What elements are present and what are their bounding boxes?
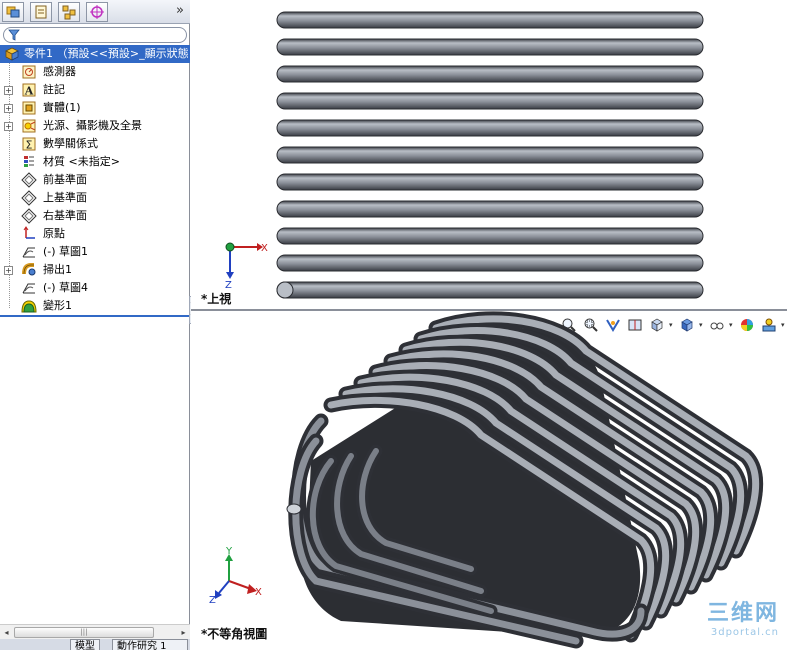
plane-icon <box>21 208 37 224</box>
expand-toggle[interactable]: + <box>4 122 13 131</box>
tree-root-label: 零件1 （預設<<預設>_顯示狀態 <box>24 47 189 60</box>
coil-isometric <box>286 311 764 649</box>
tree-item-label: (-) 草圖1 <box>43 245 89 258</box>
axis-x-label-iso: X <box>255 587 262 598</box>
manager-tab-bar: » <box>0 0 190 24</box>
property-manager-icon <box>35 5 47 19</box>
tree-item-label: 變形1 <box>43 299 72 312</box>
annotation-icon: A <box>22 83 36 98</box>
viewport-top[interactable]: X Z *上視 <box>191 0 787 309</box>
expand-toggle[interactable]: + <box>4 86 13 95</box>
solid-body-icon <box>22 101 36 115</box>
scroll-left-button[interactable]: ◂ <box>0 626 13 639</box>
watermark-title: 三维网 <box>706 601 779 626</box>
axis-x-label: X <box>261 243 268 254</box>
watermark-url: 3dportal.cn <box>710 627 779 638</box>
part-icon <box>5 47 19 61</box>
tree-item-label: 右基準面 <box>43 209 87 222</box>
scroll-thumb[interactable]: ||| <box>14 627 154 638</box>
expand-toggle[interactable]: + <box>4 266 13 275</box>
watermark: 三维网 3dportal.cn <box>707 595 779 638</box>
tree-item-sketch4[interactable]: (-) 草圖4 <box>0 279 190 297</box>
tree-item-label: 材質 <未指定> <box>43 155 120 168</box>
lights-icon <box>22 119 36 133</box>
tree-item-label: 原點 <box>43 227 65 240</box>
feature-manager-panel: » 零件1 （預設<<預設>_顯示狀態 感測器 + A 註記 + 實體(1) +… <box>0 0 190 650</box>
feature-manager-tab[interactable] <box>2 2 24 22</box>
tree-item-label: 掃出1 <box>43 263 72 276</box>
tree-item-label: 上基準面 <box>43 191 87 204</box>
sensor-icon <box>22 65 36 79</box>
isometric-view-name: *不等角視圖 <box>201 627 268 641</box>
tree-item-label: (-) 草圖4 <box>43 281 89 294</box>
equation-icon: Σ <box>22 137 36 152</box>
triad-top <box>225 242 263 279</box>
tab-motion-study[interactable]: 動作研究 1 <box>112 639 188 650</box>
panel-splitter[interactable] <box>0 315 190 317</box>
tree-item-top-plane[interactable]: 上基準面 <box>0 189 190 207</box>
bottom-tab-bar: 模型 動作研究 1 <box>0 639 190 650</box>
svg-text:A: A <box>24 85 34 98</box>
material-icon <box>24 156 34 167</box>
horizontal-scrollbar[interactable]: ◂ ||| ▸ <box>0 624 190 639</box>
tree-item-sweep1[interactable]: + 掃出1 <box>0 261 190 279</box>
tree-item-label: 前基準面 <box>43 173 87 186</box>
coil-top-view: X Z <box>225 11 704 299</box>
filter-icon <box>8 29 20 41</box>
tree-item-sketch1[interactable]: (-) 草圖1 <box>0 243 190 261</box>
dimxpert-manager-tab[interactable] <box>86 2 108 22</box>
configuration-manager-icon <box>62 5 76 20</box>
tree-item-label: 實體(1) <box>43 101 81 114</box>
tab-model[interactable]: 模型 <box>70 639 100 650</box>
tree-item-equations[interactable]: Σ 數學關係式 <box>0 135 190 153</box>
sweep-icon <box>22 263 36 276</box>
tree-item-origin[interactable]: 原點 <box>0 225 190 243</box>
tree-item-material[interactable]: 材質 <未指定> <box>0 153 190 171</box>
sketch-icon <box>22 283 35 294</box>
viewport-isometric[interactable]: ▾ ▾ ▾ ▾ Y X Z *不等角視圖 三维网 3dportal.cn <box>191 311 787 650</box>
top-view-name: *上視 <box>201 292 232 306</box>
tree-filter[interactable] <box>3 27 187 43</box>
svg-text:Σ: Σ <box>26 139 33 152</box>
scroll-right-button[interactable]: ▸ <box>177 626 190 639</box>
coil-turns <box>276 11 704 299</box>
deform-icon <box>21 300 37 313</box>
tree-item-label: 註記 <box>43 83 65 96</box>
dimxpert-icon <box>90 5 104 19</box>
tree-item-sensors[interactable]: 感測器 <box>0 63 190 81</box>
tree-item-front-plane[interactable]: 前基準面 <box>0 171 190 189</box>
feature-manager-icon <box>6 6 20 18</box>
triad-isometric <box>215 554 257 599</box>
tree-item-label: 數學關係式 <box>43 137 98 150</box>
coil-isometric-view: Y X Z <box>209 311 764 649</box>
property-manager-tab[interactable] <box>30 2 52 22</box>
tree-item-annotations[interactable]: + A 註記 <box>0 81 190 99</box>
tree-item-deform1[interactable]: 變形1 <box>0 297 190 315</box>
configuration-manager-tab[interactable] <box>58 2 80 22</box>
origin-icon <box>23 226 35 239</box>
plane-icon <box>21 172 37 188</box>
tree-item-lights-cameras[interactable]: + 光源、攝影機及全景 <box>0 117 190 135</box>
plane-icon <box>21 190 37 206</box>
tree-item-solid-bodies[interactable]: + 實體(1) <box>0 99 190 117</box>
expand-toggle[interactable]: + <box>4 104 13 113</box>
expand-panel-button[interactable]: » <box>176 3 184 18</box>
axis-z-label-iso: Z <box>209 595 216 606</box>
axis-y-label-iso: Y <box>225 546 233 557</box>
tree-item-label: 光源、攝影機及全景 <box>43 119 142 132</box>
sketch-icon <box>22 247 35 258</box>
tree-item-right-plane[interactable]: 右基準面 <box>0 207 190 225</box>
feature-tree: 零件1 （預設<<預設>_顯示狀態 感測器 + A 註記 + 實體(1) + 光… <box>0 45 190 315</box>
tree-root-part[interactable]: 零件1 （預設<<預設>_顯示狀態 <box>0 45 190 63</box>
tree-item-label: 感測器 <box>43 65 76 78</box>
